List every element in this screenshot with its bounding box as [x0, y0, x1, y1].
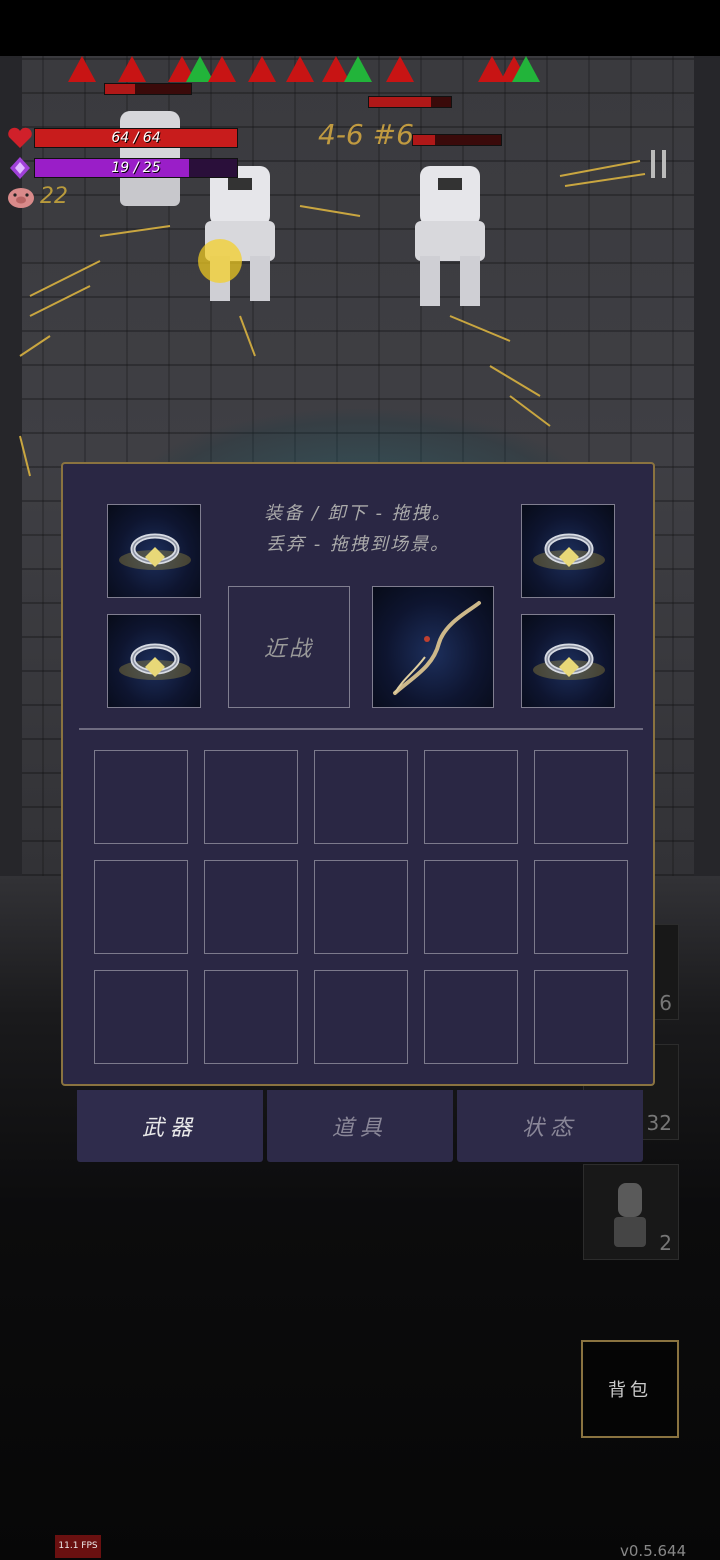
backpack-button[interactable]: 背包 — [581, 1340, 679, 1438]
pig-icon — [8, 188, 34, 208]
inventory-slot[interactable] — [94, 750, 188, 844]
health-bar: 64 / 64 — [34, 128, 238, 148]
equipment-panel: 装备 / 卸下 - 拖拽。 丢弃 - 拖拽到场景。 近战 — [61, 462, 655, 1086]
gold-row: 22 — [6, 183, 68, 209]
inventory-slot[interactable] — [314, 750, 408, 844]
tab-items[interactable]: 道具 — [267, 1090, 453, 1162]
inventory-slot[interactable] — [314, 860, 408, 954]
mana-row: 19 / 25 — [6, 156, 238, 180]
quick-slot-count: 6 — [659, 991, 672, 1015]
inventory-slot[interactable] — [204, 970, 298, 1064]
tab-weapons-label: 武器 — [141, 1116, 198, 1141]
ring-slot[interactable] — [107, 504, 201, 598]
pause-icon — [662, 150, 666, 178]
panel-divider — [79, 728, 643, 730]
inventory-slot[interactable] — [94, 970, 188, 1064]
tab-items-label: 道具 — [331, 1116, 388, 1141]
gold-count: 22 — [40, 183, 68, 209]
hint-line-1: 装备 / 卸下 - 拖拽。 — [264, 503, 452, 524]
inventory-slot[interactable] — [424, 860, 518, 954]
ring-icon — [533, 533, 605, 570]
version-label: v0.5.644 — [620, 1542, 687, 1560]
melee-weapon-slot[interactable]: 近战 — [228, 586, 350, 708]
inventory-slot[interactable] — [94, 860, 188, 954]
inventory-slot[interactable] — [424, 750, 518, 844]
melee-label: 近战 — [263, 637, 314, 662]
inventory-slot[interactable] — [204, 860, 298, 954]
ring-slot[interactable] — [521, 614, 615, 708]
inventory-slot[interactable] — [204, 750, 298, 844]
ring-icon — [119, 533, 191, 570]
quick-slot-count: 32 — [646, 1111, 672, 1135]
mana-text: 19 / 25 — [111, 160, 161, 176]
ring-icon — [533, 643, 605, 680]
health-text: 64 / 64 — [111, 130, 161, 146]
inventory-slot[interactable] — [314, 970, 408, 1064]
equip-hint: 装备 / 卸下 - 拖拽。 丢弃 - 拖拽到场景。 — [243, 498, 473, 560]
inventory-slot[interactable] — [534, 970, 628, 1064]
inventory-slot[interactable] — [424, 970, 518, 1064]
ranged-weapon-slot[interactable] — [372, 586, 494, 708]
fps-counter: 11.1 FPS — [55, 1535, 101, 1558]
tab-weapons[interactable]: 武器 — [77, 1090, 263, 1162]
hint-line-2: 丢弃 - 拖拽到场景。 — [266, 534, 450, 555]
tab-status[interactable]: 状态 — [457, 1090, 643, 1162]
inventory-slot[interactable] — [534, 750, 628, 844]
ring-icon — [119, 643, 191, 680]
inventory-slot[interactable] — [534, 860, 628, 954]
level-indicator: 4-6 #6 — [318, 118, 414, 151]
quick-slot-count: 2 — [659, 1231, 672, 1255]
bow-icon — [393, 601, 481, 695]
pause-icon — [651, 150, 655, 178]
quick-slot[interactable]: 2 — [583, 1164, 679, 1260]
health-row: 64 / 64 — [6, 126, 238, 150]
pause-button[interactable] — [648, 150, 672, 180]
mana-bar: 19 / 25 — [34, 158, 238, 178]
mana-crystal-icon — [10, 157, 30, 179]
backpack-label: 背包 — [608, 1380, 652, 1401]
heart-icon — [8, 127, 32, 148]
statue-icon — [614, 1183, 646, 1247]
ring-slot[interactable] — [107, 614, 201, 708]
tab-status-label: 状态 — [521, 1116, 578, 1141]
ring-slot[interactable] — [521, 504, 615, 598]
